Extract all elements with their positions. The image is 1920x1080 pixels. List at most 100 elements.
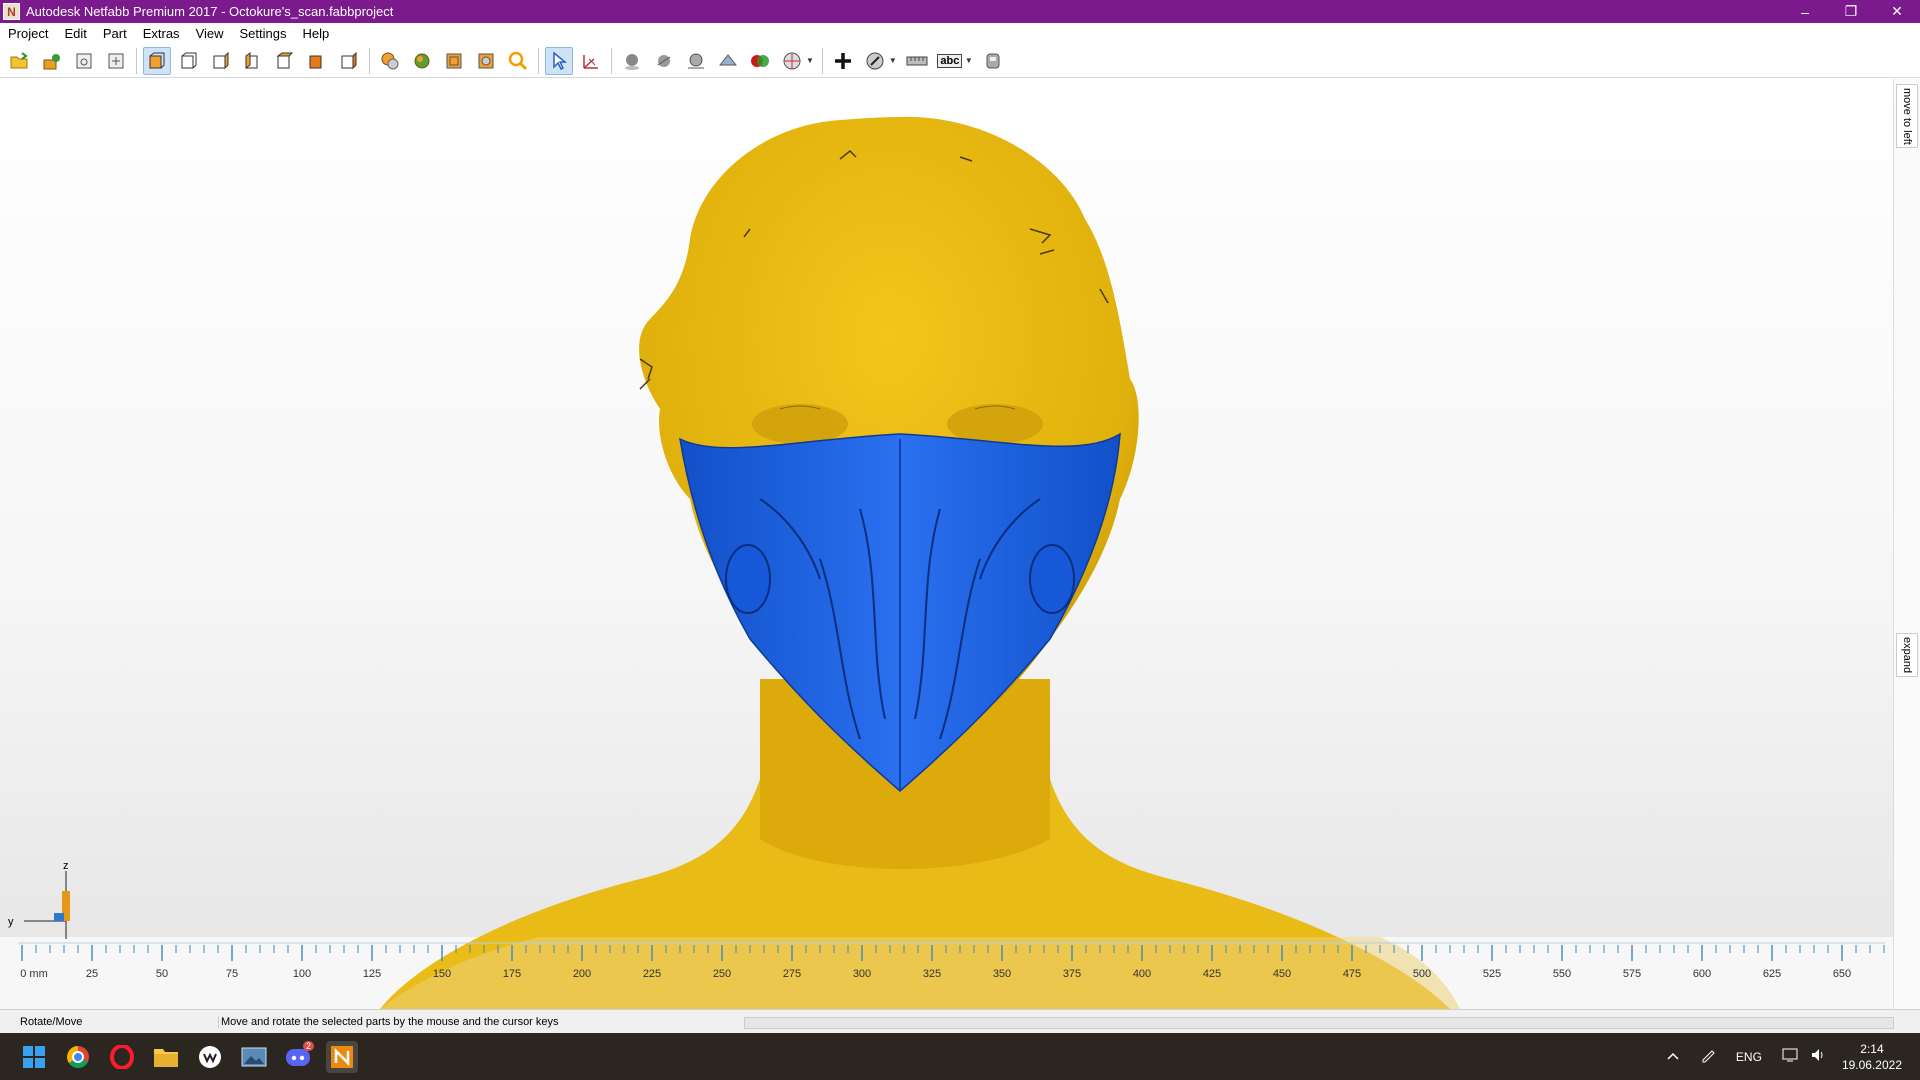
zoom-selection-icon[interactable] [408,47,436,75]
menu-bar: Project Edit Part Extras View Settings H… [0,23,1920,45]
add-part-icon[interactable] [38,47,66,75]
chevron-down-icon[interactable]: ▼ [889,56,897,65]
ruler-label: 0 mm [20,968,48,980]
clock[interactable]: 2:14 19.06.2022 [1842,1041,1902,1073]
taskbar: 2 ENG 2:14 19.06.2022 [0,1033,1920,1080]
mask-filter-left [725,544,771,614]
view-bottom-icon[interactable] [303,47,331,75]
ruler-label: 100 [293,968,311,980]
discord-badge: 2 [302,1040,314,1051]
zoom-window-icon[interactable] [472,47,500,75]
network-icon[interactable] [1782,1047,1800,1066]
ruler-label: 425 [1203,968,1221,980]
ruler-label: 50 [156,968,168,980]
chevron-up-icon[interactable] [1666,1050,1680,1064]
menu-edit[interactable]: Edit [56,26,94,41]
toolbar-separator [538,47,539,74]
ruler-label: 375 [1063,968,1081,980]
ruler-label: 625 [1763,968,1781,980]
menu-view[interactable]: View [188,26,232,41]
ruler-label: 325 [923,968,941,980]
ruler-label: 500 [1413,968,1431,980]
axis-y-label: y [8,916,14,928]
chrome-icon[interactable] [62,1041,94,1073]
discord-icon[interactable]: 2 [282,1040,314,1073]
add-marker-icon[interactable] [829,47,857,75]
shading-icon[interactable] [618,47,646,75]
toolbar-separator [821,47,823,74]
ruler-label: 175 [503,968,521,980]
ruler-label: 150 [433,968,451,980]
ruler-label: 650 [1833,968,1851,980]
netfabb-logo-icon: N [3,3,20,20]
axis-z-label: z [63,860,69,872]
colors-icon[interactable] [746,47,774,75]
ruler-label: 250 [713,968,731,980]
ruler-label: 350 [993,968,1011,980]
rotate-move-icon[interactable] [577,47,605,75]
status-message: Move and rotate the selected parts by th… [218,1016,559,1028]
ruler-label: 450 [1273,968,1291,980]
ruler-label: 225 [643,968,661,980]
menu-part[interactable]: Part [95,26,135,41]
menu-project[interactable]: Project [0,26,56,41]
settings-view-icon[interactable] [979,47,1007,75]
view-top-icon[interactable] [271,47,299,75]
view-front-icon[interactable] [143,46,171,75]
view-right-icon[interactable] [239,47,267,75]
opera-icon[interactable] [106,1041,138,1073]
clock-time: 2:14 [1860,1041,1884,1056]
ruler-label: 475 [1343,968,1361,980]
expand-tab[interactable]: expand [1896,633,1918,677]
view-back-icon[interactable] [175,47,203,75]
netfabb-icon[interactable] [326,1040,358,1073]
file-explorer-icon[interactable] [150,1041,182,1073]
status-progress-bar [744,1017,1894,1029]
ruler-icon[interactable] [903,47,931,75]
pen-icon[interactable] [1700,1047,1716,1066]
view-iso-icon[interactable] [335,47,363,75]
scan-base-overlay [380,937,1460,1009]
3d-viewport[interactable]: 0 mm 25 50 75 100 125 150 175 200 225 250 275 300 325… [0,79,1893,1009]
menu-help[interactable]: Help [295,26,338,41]
volume-icon[interactable] [1810,1047,1826,1066]
section-icon[interactable] [714,47,742,75]
view-left-icon[interactable] [207,47,235,75]
smooth-icon[interactable] [650,47,678,75]
language-indicator[interactable]: ENG [1736,1050,1762,1064]
zoom-platform-icon[interactable] [440,47,468,75]
import-icon[interactable] [70,47,98,75]
label-icon[interactable]: abc [935,47,965,75]
toolbar-separator [369,47,370,74]
label-text: abc [937,53,963,68]
render-mode-icon[interactable] [778,47,806,75]
ruler-label: 400 [1133,968,1151,980]
menu-settings[interactable]: Settings [232,26,295,41]
ruler-label: 600 [1693,968,1711,980]
chevron-down-icon[interactable]: ▼ [965,56,973,65]
photos-icon[interactable] [238,1041,270,1073]
close-button[interactable]: ✕ [1874,0,1920,23]
mask-filter-right [1029,544,1075,614]
move-to-left-tab[interactable]: move to left [1896,84,1918,148]
menu-extras[interactable]: Extras [135,26,188,41]
ruler-label: 75 [226,968,238,980]
zoom-icon[interactable] [504,47,532,75]
open-project-icon[interactable] [6,47,34,75]
system-tray: ENG 2:14 19.06.2022 [1656,1033,1920,1080]
toolbar-separator [611,47,612,74]
wacom-icon[interactable] [194,1041,226,1073]
measure-mode-icon[interactable] [861,47,889,75]
chevron-down-icon[interactable]: ▼ [806,56,814,65]
scene-canvas[interactable]: 0 mm 25 50 75 100 125 150 175 200 225 250 275 300 325… [0,79,1893,1009]
ruler-label: 300 [853,968,871,980]
restore-button[interactable]: ❐ [1828,0,1874,23]
select-icon[interactable] [545,46,573,75]
window-title: Autodesk Netfabb Premium 2017 - Octokure… [26,4,394,19]
minimize-button[interactable]: – [1782,0,1828,23]
export-icon[interactable] [102,47,130,75]
zoom-all-icon[interactable] [376,47,404,75]
start-icon[interactable] [18,1041,50,1073]
status-bar: Rotate/Move Move and rotate the selected… [0,1009,1920,1034]
wireframe-icon[interactable] [682,47,710,75]
